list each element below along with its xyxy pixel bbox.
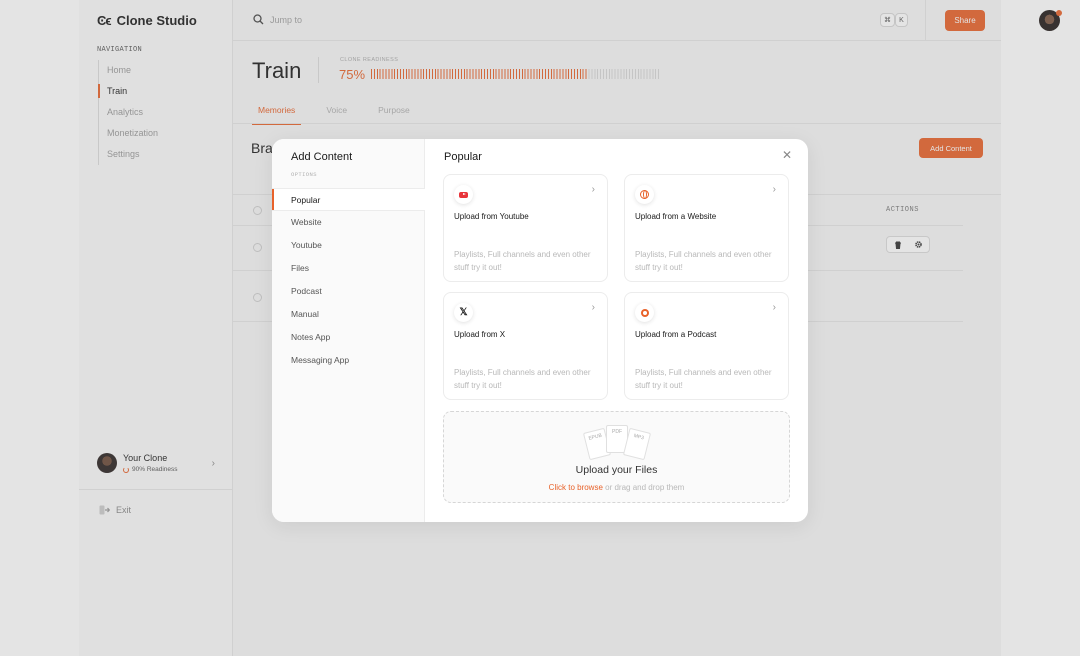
close-icon[interactable]: ✕ <box>782 148 792 162</box>
options-list: Popular Website Youtube Files Podcast Ma… <box>272 188 425 372</box>
option-youtube[interactable]: Youtube <box>272 234 425 257</box>
option-messaging-app[interactable]: Messaging App <box>272 349 425 372</box>
chevron-right-icon: › <box>772 302 776 313</box>
card-description: Playlists, Full channels and even other … <box>635 368 772 390</box>
options-label: OPTIONS <box>291 171 317 178</box>
card-title: Upload from a Website <box>635 212 717 221</box>
option-manual[interactable]: Manual <box>272 303 425 326</box>
card-description: Playlists, Full channels and even other … <box>635 250 772 272</box>
upload-hint: or drag and drop them <box>602 483 685 492</box>
card-description: Playlists, Full channels and even other … <box>454 368 591 390</box>
card-upload-x[interactable]: 𝕏 › Upload from X Playlists, Full channe… <box>443 292 608 400</box>
x-icon: 𝕏 <box>454 303 473 322</box>
files-illustration: EPUB PDF MP3 <box>582 424 654 461</box>
youtube-icon <box>454 185 473 204</box>
globe-icon <box>635 185 654 204</box>
card-title: Upload from a Podcast <box>635 330 717 339</box>
upload-title: Upload your Files <box>575 464 658 476</box>
file-dropzone[interactable]: EPUB PDF MP3 Upload your Files Click to … <box>443 411 790 503</box>
option-website[interactable]: Website <box>272 211 425 234</box>
card-upload-podcast[interactable]: › Upload from a Podcast Playlists, Full … <box>624 292 789 400</box>
card-title: Upload from X <box>454 330 506 339</box>
modal-title: Add Content <box>291 151 353 163</box>
option-podcast[interactable]: Podcast <box>272 280 425 303</box>
option-popular[interactable]: Popular <box>272 188 425 211</box>
option-files[interactable]: Files <box>272 257 425 280</box>
card-title: Upload from Youtube <box>454 212 529 221</box>
card-upload-website[interactable]: › Upload from a Website Playlists, Full … <box>624 174 789 282</box>
modal-heading: Popular <box>444 151 482 163</box>
card-upload-youtube[interactable]: › Upload from Youtube Playlists, Full ch… <box>443 174 608 282</box>
podcast-icon <box>635 303 654 322</box>
browse-link[interactable]: Click to browse <box>549 483 603 492</box>
add-content-modal: Add Content OPTIONS Popular Website Yout… <box>272 139 808 522</box>
chevron-right-icon: › <box>591 302 595 313</box>
modal-sidebar: Add Content OPTIONS Popular Website Yout… <box>272 139 425 522</box>
option-notes-app[interactable]: Notes App <box>272 326 425 349</box>
card-description: Playlists, Full channels and even other … <box>454 250 591 272</box>
upload-subtitle: Click to browse or drag and drop them <box>444 483 789 492</box>
chevron-right-icon: › <box>591 184 595 195</box>
chevron-right-icon: › <box>772 184 776 195</box>
